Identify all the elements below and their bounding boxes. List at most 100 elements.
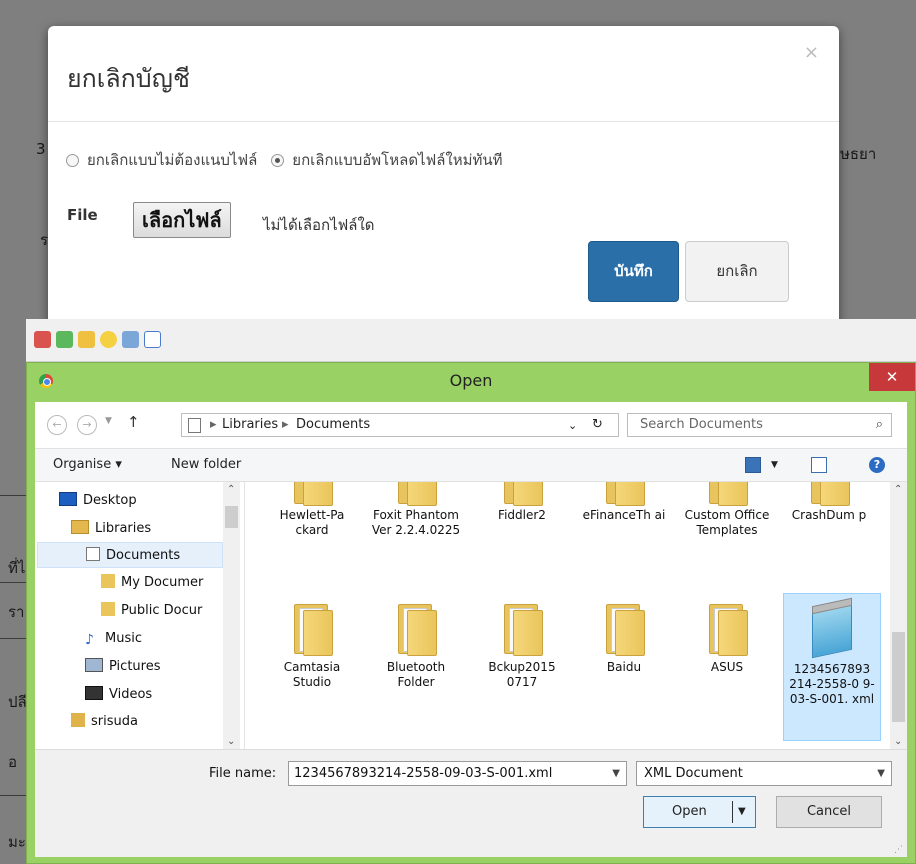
xml-file-item[interactable]: 1234567893 214-2558-0 9-03-S-001. xml: [783, 593, 881, 741]
scroll-up-icon[interactable]: ⌃: [227, 484, 235, 495]
filter-icon[interactable]: [122, 331, 139, 348]
folder-icon: [394, 482, 438, 506]
nav-item-my-documents[interactable]: My Documer: [101, 570, 203, 596]
nav-item-desktop[interactable]: Desktop: [59, 488, 137, 514]
navpane-scrollbar[interactable]: ⌃ ⌄: [223, 482, 240, 749]
breadcrumb-documents[interactable]: Documents: [296, 417, 370, 432]
folder-icon: [101, 602, 115, 616]
filename-input[interactable]: 1234567893214-2558-09-03-S-001.xml ▼: [288, 761, 627, 786]
dialog-close-button[interactable]: ✕: [869, 363, 915, 391]
scroll-down-icon[interactable]: ⌄: [894, 736, 902, 747]
dialog-title: Open: [449, 371, 493, 390]
nav-item-label: Pictures: [109, 659, 161, 674]
chevron-down-icon[interactable]: ▼: [738, 797, 746, 827]
folder-icon: [101, 574, 115, 588]
choose-file-button[interactable]: เลือกไฟล์: [133, 202, 231, 238]
refresh-icon[interactable]: ↻: [592, 417, 603, 432]
nav-item-label: Public Docur: [121, 603, 203, 618]
folder-item[interactable]: ASUS: [681, 604, 773, 675]
radio-no-attachment-label[interactable]: ยกเลิกแบบไม่ต้องแนบไฟล์: [87, 148, 257, 172]
folder-item[interactable]: Bckup2015 0717: [476, 604, 568, 690]
nav-item-label: Videos: [109, 687, 153, 702]
file-label: 1234567893 214-2558-0 9-03-S-001. xml: [789, 662, 875, 706]
back-globe-icon[interactable]: [34, 331, 51, 348]
folder-item[interactable]: Fiddler2: [476, 482, 568, 523]
preview-pane-icon[interactable]: [811, 457, 827, 473]
chevron-down-icon[interactable]: ▼: [612, 762, 620, 785]
view-dropdown-icon[interactable]: ▼: [771, 460, 778, 470]
folder-icon: [290, 482, 334, 506]
nav-item-libraries[interactable]: Libraries: [71, 516, 151, 542]
folder-icon: [394, 604, 438, 656]
scroll-thumb[interactable]: [892, 632, 905, 722]
navigation-pane: Desktop Libraries Documents My Documer P…: [35, 482, 245, 749]
filetype-select[interactable]: XML Document ▼: [636, 761, 892, 786]
nav-item-music[interactable]: ♪ Music: [85, 626, 142, 652]
modal-title: ยกเลิกบัญชี: [67, 64, 190, 93]
folder-icon: [807, 482, 851, 506]
cancel-mode-options: ยกเลิกแบบไม่ต้องแนบไฟล์ ยกเลิกแบบอัพโหลด…: [66, 148, 503, 172]
nav-item-pictures[interactable]: Pictures: [85, 654, 160, 680]
organise-menu[interactable]: Organise ▾: [53, 457, 122, 472]
folder-icon: [602, 604, 646, 656]
cancel-button[interactable]: ยกเลิก: [685, 241, 789, 302]
search-icon[interactable]: ⌕: [876, 417, 883, 432]
nav-item-documents[interactable]: Documents: [37, 542, 223, 568]
folder-icon: [500, 482, 544, 506]
open-button[interactable]: Open ▼: [643, 796, 756, 828]
address-bar[interactable]: ▸ Libraries ▸ Documents ⌄ ↻: [181, 413, 619, 437]
nav-item-label: Music: [105, 631, 142, 646]
dialog-footer: File name: 1234567893214-2558-09-03-S-00…: [35, 749, 907, 857]
filelist-scrollbar[interactable]: ⌃ ⌄: [890, 482, 907, 749]
chevron-down-icon[interactable]: ▼: [877, 762, 885, 785]
checkbox-icon[interactable]: [144, 331, 161, 348]
folder-item[interactable]: eFinanceTh ai: [578, 482, 670, 523]
nav-item-srisuda[interactable]: srisuda: [71, 709, 138, 735]
folder-item[interactable]: Bluetooth Folder: [370, 604, 462, 690]
user-icon: [71, 713, 85, 727]
radio-upload-new[interactable]: [271, 153, 285, 167]
nav-item-videos[interactable]: Videos: [85, 682, 152, 708]
resize-grip-icon[interactable]: ⋰: [894, 845, 903, 855]
breadcrumb-separator: ▸: [282, 417, 289, 432]
help-icon[interactable]: ?: [869, 457, 885, 473]
scroll-down-icon[interactable]: ⌄: [227, 736, 235, 747]
new-folder-button[interactable]: New folder: [171, 457, 241, 472]
scroll-up-icon[interactable]: ⌃: [894, 484, 902, 495]
dialog-cancel-button[interactable]: Cancel: [776, 796, 882, 828]
star-icon[interactable]: [100, 331, 117, 348]
forward-icon[interactable]: →: [77, 415, 97, 435]
search-input[interactable]: Search Documents: [640, 417, 763, 432]
folder-icon: [290, 604, 334, 656]
radio-upload-new-label[interactable]: ยกเลิกแบบอัพโหลดไฟล์ใหม่ทันที: [292, 148, 502, 172]
up-icon[interactable]: ↑: [127, 413, 140, 431]
documents-icon: [86, 547, 100, 561]
folder-item[interactable]: CrashDum p: [783, 482, 875, 523]
nav-item-label: Desktop: [83, 493, 137, 508]
breadcrumb-libraries[interactable]: Libraries: [222, 417, 278, 432]
folder-item[interactable]: Camtasia Studio: [266, 604, 358, 690]
close-icon[interactable]: ×: [804, 42, 819, 63]
libraries-icon: [71, 520, 89, 534]
forward-globe-icon[interactable]: [56, 331, 73, 348]
file-label: Bckup2015 0717: [488, 660, 556, 689]
file-status: ไม่ได้เลือกไฟล์ใด: [263, 216, 375, 234]
folder-icon: [602, 482, 646, 506]
folder-icon[interactable]: [78, 331, 95, 348]
videos-icon: [85, 686, 103, 700]
nav-item-public-documents[interactable]: Public Docur: [101, 598, 202, 624]
recent-dropdown-icon[interactable]: ▼: [105, 416, 112, 426]
folder-item[interactable]: Baidu: [578, 604, 670, 675]
folder-item[interactable]: Hewlett-Pa ckard: [266, 482, 358, 538]
change-view-icon[interactable]: [745, 457, 761, 473]
scroll-thumb[interactable]: [225, 506, 238, 528]
search-box[interactable]: Search Documents ⌕: [627, 413, 892, 437]
save-button[interactable]: บันทึก: [588, 241, 679, 302]
folder-item[interactable]: Foxit Phantom Ver 2.2.4.0225: [370, 482, 462, 538]
nav-item-label: Libraries: [95, 521, 152, 536]
folder-item[interactable]: Custom Office Templates: [681, 482, 773, 538]
chevron-down-icon[interactable]: ⌄: [568, 419, 577, 432]
back-icon[interactable]: ←: [47, 415, 67, 435]
filename-value: 1234567893214-2558-09-03-S-001.xml: [294, 766, 553, 781]
radio-no-attachment[interactable]: [66, 153, 79, 167]
